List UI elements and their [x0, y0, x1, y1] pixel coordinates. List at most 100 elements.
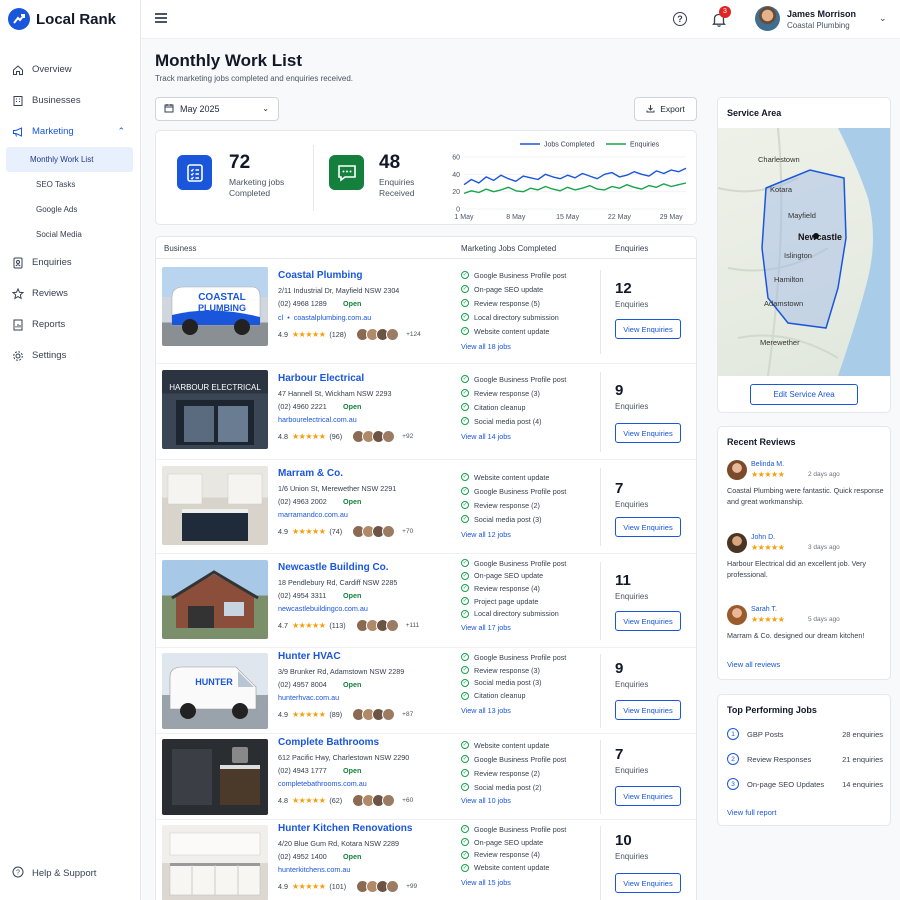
rating-value: 4.9 [278, 527, 288, 536]
business-phone: (02) 4957 8004 [278, 680, 327, 689]
view-enquiries-button[interactable]: View Enquiries [615, 786, 681, 806]
business-name[interactable]: Hunter HVAC [278, 651, 341, 662]
view-enquiries-button[interactable]: View Enquiries [615, 873, 681, 893]
business-name[interactable]: Marram & Co. [278, 468, 343, 479]
business-photo[interactable] [162, 739, 268, 815]
review-text: Harbour Electrical did an excellent job.… [727, 559, 867, 579]
view-enquiries-button[interactable]: View Enquiries [615, 700, 681, 720]
open-status: Open [343, 766, 362, 775]
rating-line: 4.7 ★★★★★ (113) +111 [278, 619, 419, 632]
enquiries-label: Enquiries [615, 680, 649, 689]
business-url[interactable]: hunterkitchens.com.au [278, 865, 350, 874]
business-photo[interactable]: HUNTER [162, 653, 268, 729]
business-url[interactable]: hunterhvac.com.au [278, 693, 339, 702]
view-enquiries-button[interactable]: View Enquiries [615, 611, 681, 631]
business-photo[interactable]: COASTAL PLUMBING [162, 267, 268, 346]
rating-value: 4.9 [278, 882, 288, 891]
review-text: Marram & Co. designed our dream kitchen! [727, 631, 865, 640]
view-all-reviews-link[interactable]: View all reviews [727, 660, 780, 669]
business-name[interactable]: Hunter Kitchen Renovations [278, 823, 412, 834]
rank-badge: 3 [727, 778, 739, 790]
business-phone: (02) 4968 1289 [278, 299, 327, 308]
sidebar-item-settings[interactable]: Settings [0, 340, 141, 371]
map-label: Mayfield [788, 211, 816, 220]
more-reviewers: +60 [402, 797, 414, 804]
column-divider [600, 562, 601, 640]
contact-book-icon [12, 257, 24, 269]
view-enquiries-button[interactable]: View Enquiries [615, 423, 681, 443]
sidebar-subitem-social-media[interactable]: Social Media [6, 222, 133, 247]
check-circle-icon: ✓ [461, 559, 469, 568]
home-icon [12, 64, 24, 76]
table-row: HUNTER Hunter HVAC 3/9 Brunker Rd, Adams… [156, 648, 696, 734]
business-url[interactable]: cl • coastalplumbing.com.au [278, 313, 371, 322]
job-item: ✓ Local directory submission [461, 312, 559, 322]
reviewer-avatars [356, 880, 400, 893]
sidebar-subitem-seo-tasks[interactable]: SEO Tasks [6, 172, 133, 197]
reviewer-avatars [352, 708, 396, 721]
sidebar-nav: Overview Businesses Marketing ⌃ Monthly … [0, 54, 141, 371]
table-row: Complete Bathrooms 612 Pacific Hwy, Char… [156, 734, 696, 820]
sidebar-subitem-monthly-work-list[interactable]: Monthly Work List [6, 147, 133, 172]
business-photo[interactable] [162, 560, 268, 639]
sidebar-item-reviews[interactable]: Reviews [0, 278, 141, 309]
business-name[interactable]: Complete Bathrooms [278, 737, 379, 748]
edit-service-area-button[interactable]: Edit Service Area [750, 384, 858, 405]
job-item: ✓ Project page update [461, 596, 539, 606]
business-name[interactable]: Newcastle Building Co. [278, 562, 389, 573]
svg-text:PLUMBING: PLUMBING [198, 303, 246, 313]
view-all-jobs-link[interactable]: View all 17 jobs [461, 623, 566, 632]
view-full-report-link[interactable]: View full report [727, 808, 776, 817]
view-enquiries-button[interactable]: View Enquiries [615, 319, 681, 339]
avatar[interactable] [755, 6, 780, 31]
rating-stars: ★★★★★ [292, 796, 326, 805]
sidebar-item-marketing[interactable]: Marketing ⌃ [0, 116, 141, 147]
business-photo[interactable] [162, 466, 268, 545]
view-all-jobs-link[interactable]: View all 15 jobs [461, 878, 566, 887]
check-circle-icon: ✓ [461, 769, 469, 777]
rating-stars: ★★★★★ [751, 470, 785, 479]
y-tick-label: 60 [452, 155, 460, 162]
business-url[interactable]: completebathrooms.com.au [278, 779, 367, 788]
table-row: Hunter Kitchen Renovations 4/20 Blue Gum… [156, 820, 696, 900]
business-photo[interactable] [162, 825, 268, 900]
job-item: ✓ Review response (4) [461, 583, 540, 593]
business-url[interactable]: newcastlebuildingco.com.au [278, 604, 368, 613]
sidebar-item-enquiries[interactable]: Enquiries [0, 247, 141, 278]
view-all-jobs-link[interactable]: View all 14 jobs [461, 432, 566, 441]
business-photo[interactable]: HARBOUR ELECTRICAL [162, 370, 268, 449]
stats-card: 72 Marketing jobs Completed 48 Enquiries… [155, 130, 697, 225]
business-name[interactable]: Coastal Plumbing [278, 270, 362, 281]
chevron-up-icon[interactable]: ⌃ [117, 126, 125, 137]
legend-label: Jobs Completed [544, 142, 595, 149]
view-all-jobs-link[interactable]: View all 10 jobs [461, 796, 566, 805]
view-all-jobs-link[interactable]: View all 13 jobs [461, 706, 566, 715]
open-status: Open [343, 299, 362, 308]
job-item: ✓ Review response (3) [461, 388, 540, 398]
sidebar-item-overview[interactable]: Overview [0, 54, 141, 85]
view-all-jobs-link[interactable]: View all 18 jobs [461, 342, 566, 351]
business-name[interactable]: Harbour Electrical [278, 373, 364, 384]
business-url[interactable]: harbourelectrical.com.au [278, 415, 357, 424]
sidebar-item-businesses[interactable]: Businesses [0, 85, 141, 116]
logo[interactable]: Local Rank [8, 8, 116, 30]
service-area-map[interactable]: Charlestown Kotara Mayfield Newcastle Is… [718, 128, 890, 376]
check-circle-icon: ✓ [461, 299, 469, 307]
month-select[interactable]: May 2025 ⌄ [155, 97, 279, 121]
business-url[interactable]: marramandco.com.au [278, 510, 348, 519]
avatar [727, 605, 747, 625]
sidebar-subitem-google-ads[interactable]: Google Ads [6, 197, 133, 222]
view-all-jobs-link[interactable]: View all 12 jobs [461, 530, 566, 539]
hamburger-menu-icon[interactable] [155, 13, 167, 23]
chevron-down-icon[interactable]: ⌄ [879, 13, 887, 24]
help-question-icon[interactable]: ? [673, 12, 687, 26]
more-reviewers: +124 [406, 331, 421, 338]
view-enquiries-button[interactable]: View Enquiries [615, 517, 681, 537]
chevron-down-icon: ⌄ [262, 104, 269, 113]
check-circle-icon: ✓ [461, 597, 469, 606]
rating-stars: ★★★★★ [292, 432, 326, 441]
export-button[interactable]: Export [634, 97, 697, 121]
help-support-link[interactable]: ? Help & Support [12, 866, 96, 881]
sidebar-item-reports[interactable]: Reports [0, 309, 141, 340]
job-list: ✓ Google Business Profile post ✓ Review re… [461, 651, 566, 715]
